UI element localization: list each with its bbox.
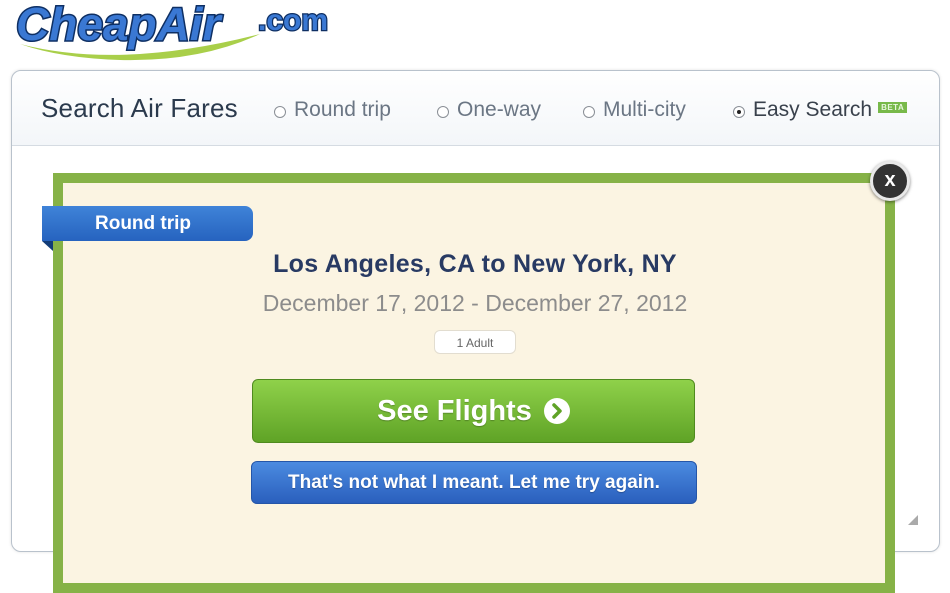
route-text: Los Angeles, CA to New York, NY bbox=[273, 250, 677, 278]
option-round-trip[interactable]: Round trip bbox=[274, 97, 391, 123]
close-button[interactable]: x bbox=[870, 161, 910, 201]
trip-type-ribbon: Round trip bbox=[42, 206, 253, 241]
radio-multi-city[interactable] bbox=[583, 106, 595, 118]
option-label: Multi-city bbox=[603, 98, 686, 121]
search-title: Search Air Fares bbox=[41, 93, 238, 123]
see-flights-label: See Flights bbox=[377, 394, 532, 427]
radio-round-trip[interactable] bbox=[274, 106, 286, 118]
option-label: Round trip bbox=[294, 98, 391, 121]
option-one-way[interactable]: One-way bbox=[437, 97, 541, 123]
radio-easy-search[interactable] bbox=[733, 106, 745, 118]
see-flights-button[interactable]: See Flights bbox=[252, 379, 695, 443]
resize-corner bbox=[908, 515, 918, 525]
beta-badge: BETA bbox=[878, 101, 908, 113]
option-label: Easy Search bbox=[753, 98, 873, 121]
option-easy-search[interactable]: Easy Search BETA bbox=[733, 97, 908, 123]
retry-button[interactable]: That's not what I meant. Let me try agai… bbox=[251, 461, 697, 504]
travel-dates: December 17, 2012 - December 27, 2012 bbox=[262, 290, 688, 316]
close-icon: x bbox=[884, 169, 896, 191]
search-header: Search Air Fares Round trip One-way Mult… bbox=[12, 71, 939, 146]
option-label: One-way bbox=[457, 98, 542, 121]
arrow-right-circle-icon bbox=[543, 398, 570, 424]
logo-text: CheapAir bbox=[16, 0, 223, 50]
cheapair-logo[interactable]: CheapAir .com bbox=[0, 0, 360, 62]
logo-suffix: .com bbox=[258, 4, 328, 37]
passenger-count: 1 Adult bbox=[434, 330, 516, 354]
logo-graphic: CheapAir .com bbox=[15, 0, 329, 61]
radio-one-way[interactable] bbox=[437, 106, 449, 118]
option-multi-city[interactable]: Multi-city bbox=[583, 97, 686, 123]
